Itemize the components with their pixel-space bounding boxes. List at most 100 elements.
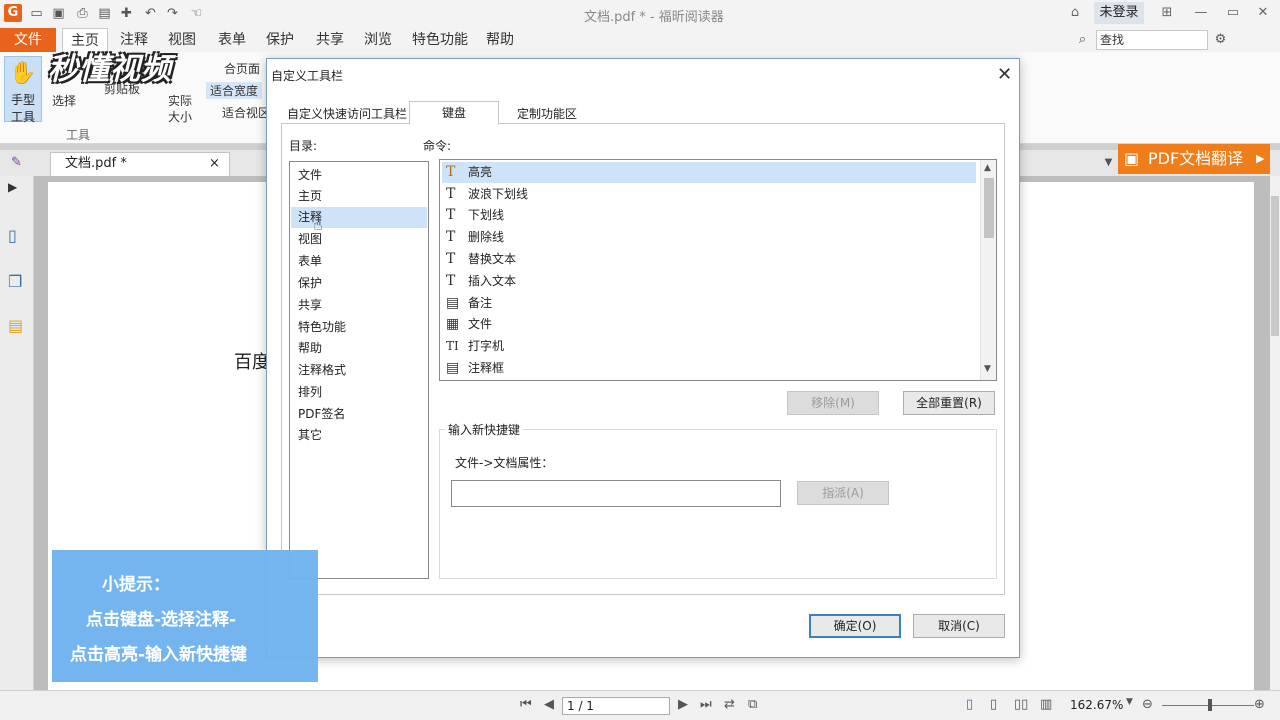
scrollbar-thumb[interactable] bbox=[1271, 196, 1279, 336]
page-thumbnail-icon[interactable]: ▯ bbox=[8, 226, 26, 246]
tip-line-1: 小提示： bbox=[102, 575, 170, 595]
redo-icon[interactable]: ↷ bbox=[164, 5, 181, 22]
tab-form[interactable]: 表单 bbox=[218, 28, 246, 52]
list-item[interactable]: 主页 bbox=[291, 186, 427, 207]
print-icon[interactable]: ⎙ bbox=[74, 5, 91, 22]
command-item[interactable]: T 替换文本 bbox=[442, 249, 976, 270]
comments-icon[interactable]: ▤ bbox=[8, 316, 26, 336]
list-item-selected[interactable]: 注释 bbox=[291, 207, 427, 228]
list-item[interactable]: 共享 bbox=[291, 295, 427, 316]
expand-arrow-icon[interactable]: ▶ bbox=[8, 180, 26, 200]
list-item[interactable]: PDF签名 bbox=[291, 404, 427, 425]
list-item[interactable]: 表单 bbox=[291, 251, 427, 272]
actual-size-label-1[interactable]: 实际 bbox=[168, 92, 192, 109]
maximize-button[interactable]: ▭ bbox=[1222, 3, 1244, 23]
skin-icon[interactable]: ⌂ bbox=[1064, 3, 1086, 23]
new-icon[interactable]: ✚ bbox=[118, 5, 135, 22]
command-item[interactable]: ▦ 文件 bbox=[442, 314, 976, 335]
cancel-button[interactable]: 取消(C) bbox=[913, 614, 1005, 638]
prev-view-icon[interactable]: ⇄ bbox=[724, 697, 735, 712]
open-icon[interactable]: ▭ bbox=[28, 5, 45, 22]
vertical-scrollbar[interactable] bbox=[1270, 176, 1280, 690]
remove-button[interactable]: 移除(M) bbox=[787, 391, 879, 415]
settings-icon[interactable]: ⚙ bbox=[1212, 31, 1229, 48]
first-page-icon[interactable]: ⏮ bbox=[520, 697, 532, 712]
single-page-icon[interactable]: ▯ bbox=[966, 697, 973, 712]
comment-panel-icon[interactable]: ✎ bbox=[8, 154, 25, 171]
dropdown-arrow-icon[interactable]: ▼ bbox=[1100, 154, 1117, 171]
fit-width-button[interactable]: 适合宽度 bbox=[206, 82, 263, 99]
tab-browse[interactable]: 浏览 bbox=[364, 28, 392, 52]
search-input[interactable]: 查找 bbox=[1096, 30, 1208, 50]
prev-page-icon[interactable]: ◀ bbox=[544, 697, 554, 712]
select-button[interactable]: 选择 bbox=[52, 92, 76, 109]
layers-icon[interactable]: ❐ bbox=[8, 272, 26, 292]
list-item[interactable]: 保护 bbox=[291, 273, 427, 294]
assign-button[interactable]: 指派(A) bbox=[797, 481, 889, 505]
hand-quick-icon[interactable]: ☜ bbox=[188, 5, 205, 22]
list-item[interactable]: 视图 bbox=[291, 229, 427, 250]
scrollbar-thumb[interactable] bbox=[984, 178, 994, 238]
pdf-translate-button[interactable]: ▣ PDF文档翻译 ▶ bbox=[1118, 144, 1270, 174]
command-item-selected[interactable]: T 高亮 bbox=[442, 162, 976, 183]
command-item[interactable]: ▤ 注释框 bbox=[442, 358, 976, 379]
note-icon: ▤ bbox=[446, 295, 460, 311]
next-page-icon[interactable]: ▶ bbox=[678, 697, 688, 712]
facing-icon[interactable]: ▯▯ bbox=[1014, 697, 1028, 712]
shortcut-input[interactable] bbox=[451, 480, 781, 507]
fit-view-button[interactable]: 适合视区 bbox=[222, 104, 270, 121]
command-item[interactable]: T 删除线 bbox=[442, 227, 976, 248]
tab-keyboard[interactable]: 键盘 bbox=[409, 101, 499, 125]
zoom-level[interactable]: 162.67% bbox=[1070, 698, 1123, 712]
next-view-icon[interactable]: ⧉ bbox=[748, 697, 757, 712]
fit-page-button[interactable]: 合页面 bbox=[224, 60, 260, 77]
list-item[interactable]: 其它 bbox=[291, 425, 427, 446]
properties-icon[interactable]: ▤ bbox=[96, 5, 113, 22]
zoom-in-icon[interactable]: ⊕ bbox=[1254, 697, 1265, 712]
tab-help[interactable]: 帮助 bbox=[486, 28, 514, 52]
zoom-dropdown-icon[interactable]: ▼ bbox=[1126, 697, 1133, 707]
tab-features[interactable]: 特色功能 bbox=[412, 28, 468, 52]
tab-protect[interactable]: 保护 bbox=[266, 28, 294, 52]
tab-customize-ribbon[interactable]: 定制功能区 bbox=[517, 103, 577, 125]
command-item[interactable]: T 插入文本 bbox=[442, 271, 976, 292]
continuous-icon[interactable]: ▯ bbox=[990, 697, 997, 712]
scroll-up-icon[interactable]: ▲ bbox=[984, 163, 991, 173]
list-item[interactable]: 排列 bbox=[291, 382, 427, 403]
hand-tool-button[interactable]: ✋ 手型 工具 bbox=[4, 56, 42, 124]
zoom-out-icon[interactable]: ⊖ bbox=[1142, 697, 1153, 712]
minimize-button[interactable]: — bbox=[1190, 3, 1212, 23]
undo-icon[interactable]: ↶ bbox=[142, 5, 159, 22]
scroll-down-icon[interactable]: ▼ bbox=[984, 364, 991, 374]
command-list[interactable]: T 高亮 T 波浪下划线 T 下划线 T 删除线 T 替换文本 T 插入文本 ▤… bbox=[439, 159, 997, 381]
ribbon-tabs: 文件 主页 注释 视图 表单 保护 共享 浏览 特色功能 帮助 ⌕ 查找 ⚙ bbox=[0, 28, 1280, 52]
continuous-facing-icon[interactable]: ▥ bbox=[1040, 697, 1052, 712]
ok-button[interactable]: 确定(O) bbox=[809, 614, 901, 638]
tab-quick-access[interactable]: 自定义快速访问工具栏 bbox=[287, 103, 407, 125]
command-item[interactable]: ▤ 备注 bbox=[442, 293, 976, 314]
tab-view[interactable]: 视图 bbox=[168, 28, 196, 52]
actual-size-label-2[interactable]: 大小 bbox=[168, 108, 192, 125]
tab-share[interactable]: 共享 bbox=[316, 28, 344, 52]
dialog-close-button[interactable]: ✕ bbox=[997, 64, 1012, 85]
grid-icon[interactable]: ⊞ bbox=[1156, 3, 1178, 23]
category-list[interactable]: 文件 主页 注释 视图 表单 保护 共享 特色功能 帮助 注释格式 排列 PDF… bbox=[289, 161, 429, 579]
document-tab[interactable]: 文档.pdf * × bbox=[50, 152, 230, 176]
find-folder-icon[interactable]: ⌕ bbox=[1074, 31, 1091, 48]
close-tab-icon[interactable]: × bbox=[209, 153, 220, 175]
save-icon[interactable]: ▣ bbox=[50, 5, 67, 22]
zoom-slider-handle[interactable] bbox=[1208, 699, 1212, 711]
list-item[interactable]: 帮助 bbox=[291, 338, 427, 359]
list-item[interactable]: 文件 bbox=[291, 165, 427, 186]
command-list-scrollbar[interactable]: ▲ ▼ bbox=[980, 160, 996, 380]
page-number-input[interactable]: 1 / 1 bbox=[562, 697, 670, 715]
command-item[interactable]: TI 打字机 bbox=[442, 336, 976, 357]
reset-all-button[interactable]: 全部重置(R) bbox=[903, 391, 995, 415]
list-item[interactable]: 特色功能 bbox=[291, 317, 427, 338]
command-item[interactable]: T 下划线 bbox=[442, 205, 976, 226]
list-item[interactable]: 注释格式 bbox=[291, 360, 427, 381]
login-button[interactable]: 未登录 bbox=[1094, 2, 1144, 24]
last-page-icon[interactable]: ⏭ bbox=[700, 697, 712, 712]
close-window-button[interactable]: ✕ bbox=[1252, 3, 1274, 23]
command-item[interactable]: T 波浪下划线 bbox=[442, 184, 976, 205]
